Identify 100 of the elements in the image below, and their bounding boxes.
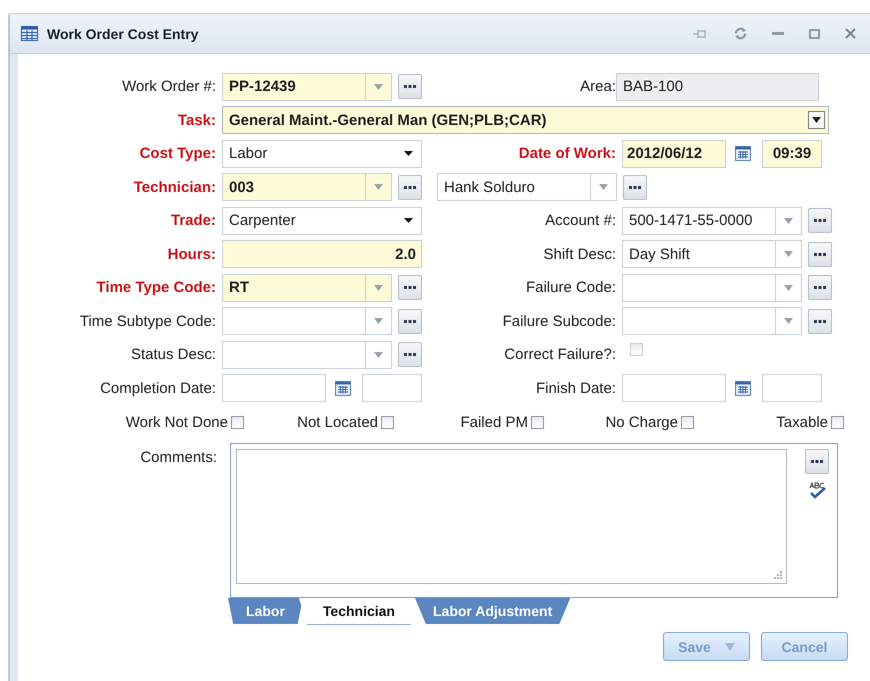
ellipsis-icon bbox=[404, 186, 416, 189]
lookup-button[interactable] bbox=[398, 308, 422, 334]
field-label: Cost Type: bbox=[138, 145, 217, 162]
close-icon[interactable] bbox=[845, 28, 856, 39]
ellipsis-icon bbox=[814, 286, 826, 290]
field-label: Trade: bbox=[170, 212, 217, 230]
field-label: Failure Code: bbox=[524, 279, 617, 296]
input-field[interactable]: 2.0 bbox=[222, 240, 422, 268]
date-field[interactable] bbox=[622, 374, 726, 402]
ellipsis-icon bbox=[814, 320, 826, 323]
ellipsis-icon bbox=[404, 85, 416, 88]
time-field[interactable]: 09:39 bbox=[762, 140, 822, 168]
combo-box[interactable] bbox=[622, 274, 802, 302]
combo-box[interactable]: 003 bbox=[222, 173, 392, 202]
field-label: Date of Work: bbox=[518, 145, 617, 162]
caret-icon bbox=[404, 218, 413, 224]
field-label: Finish Date: bbox=[534, 380, 617, 397]
caret-icon bbox=[812, 117, 821, 124]
caret-icon bbox=[784, 218, 793, 224]
calendar-icon[interactable] bbox=[735, 380, 751, 396]
dropdown[interactable]: Labor bbox=[222, 140, 422, 168]
caret-icon bbox=[374, 318, 383, 324]
combo-box[interactable]: Day Shift bbox=[622, 240, 802, 268]
combo-box[interactable]: General Maint.-General Man (GEN;PLB;CAR) bbox=[222, 106, 829, 134]
resize-grip-icon[interactable] bbox=[774, 571, 782, 579]
lookup-button[interactable] bbox=[623, 174, 647, 200]
lookup-button[interactable] bbox=[398, 342, 422, 368]
calendar-icon[interactable] bbox=[335, 380, 351, 396]
caret-icon bbox=[599, 184, 608, 190]
caret-icon bbox=[724, 642, 735, 650]
checkbox[interactable] bbox=[831, 416, 844, 428]
caret-icon bbox=[784, 318, 793, 324]
combo-box[interactable] bbox=[222, 307, 392, 336]
tab[interactable]: Labor Adjustment bbox=[414, 598, 570, 624]
window-title: Work Order Cost Entry bbox=[47, 26, 198, 42]
checkbox-label: No Charge bbox=[605, 414, 678, 430]
lookup-button[interactable] bbox=[808, 208, 832, 234]
ellipsis-icon bbox=[811, 460, 823, 463]
lookup-button[interactable] bbox=[808, 275, 832, 300]
caret-icon bbox=[374, 284, 383, 291]
combo-box[interactable]: RT bbox=[222, 274, 392, 302]
combo-box[interactable]: PP-12439 bbox=[222, 72, 392, 101]
ellipsis-icon bbox=[629, 186, 641, 189]
field-label: Comments: bbox=[139, 448, 217, 468]
field-label: Task: bbox=[176, 112, 217, 129]
ellipsis-icon bbox=[404, 286, 416, 290]
time-field[interactable] bbox=[362, 374, 422, 402]
lookup-button[interactable] bbox=[398, 74, 422, 100]
checkbox[interactable] bbox=[531, 416, 544, 428]
combo-box[interactable]: 500-1471-55-0000 bbox=[622, 206, 802, 235]
input-field: BAB-100 bbox=[616, 72, 819, 101]
combo-box[interactable] bbox=[222, 340, 392, 369]
field-label: Shift Desc: bbox=[542, 246, 617, 263]
checkbox-label: Taxable bbox=[776, 414, 828, 430]
field-label: Time Type Code: bbox=[96, 279, 217, 296]
minimize-icon[interactable] bbox=[772, 32, 784, 36]
combo-box[interactable] bbox=[622, 307, 802, 336]
caret-icon bbox=[374, 184, 383, 190]
comments-field[interactable] bbox=[236, 449, 787, 584]
lookup-button[interactable] bbox=[808, 242, 832, 267]
maximize-icon[interactable] bbox=[809, 28, 820, 38]
lookup-button[interactable] bbox=[398, 275, 422, 300]
tab[interactable]: Labor bbox=[228, 598, 303, 624]
lookup-button[interactable] bbox=[398, 174, 422, 200]
field-label: Account #: bbox=[544, 212, 617, 230]
field-label: Status Desc: bbox=[130, 346, 217, 364]
combo-box[interactable]: Hank Solduro bbox=[437, 173, 617, 202]
date-field[interactable] bbox=[222, 374, 326, 402]
lookup-button[interactable] bbox=[808, 308, 832, 334]
caret-icon bbox=[374, 352, 383, 358]
checkbox[interactable] bbox=[231, 416, 244, 428]
pin-icon[interactable] bbox=[693, 28, 709, 40]
lookup-button[interactable] bbox=[805, 449, 829, 474]
field-label: Area: bbox=[579, 78, 617, 96]
checkbox-label: Not Located bbox=[297, 414, 378, 430]
field-label: Work Order #: bbox=[121, 78, 217, 96]
refresh-icon[interactable] bbox=[734, 27, 747, 40]
ellipsis-icon bbox=[814, 219, 826, 222]
ellipsis-icon bbox=[404, 353, 416, 356]
caret-icon bbox=[784, 251, 793, 258]
field-label: Completion Date: bbox=[99, 380, 217, 397]
time-field[interactable] bbox=[762, 374, 822, 402]
field-label: Correct Failure?: bbox=[503, 346, 617, 364]
checkbox-label: Work Not Done bbox=[126, 414, 228, 430]
ellipsis-icon bbox=[814, 252, 826, 256]
caret-icon bbox=[784, 284, 793, 291]
ellipsis-icon bbox=[404, 320, 416, 323]
checkbox-label: Failed PM bbox=[460, 414, 528, 430]
dropdown[interactable]: Carpenter bbox=[222, 206, 422, 235]
field-label: Failure Subcode: bbox=[502, 312, 617, 330]
field-label: Hours: bbox=[166, 246, 217, 263]
field-label: Time Subtype Code: bbox=[78, 312, 217, 330]
date-field[interactable]: 2012/06/12 bbox=[622, 140, 726, 168]
caret-icon bbox=[374, 84, 383, 90]
grid-icon bbox=[21, 26, 38, 41]
checkbox[interactable] bbox=[381, 416, 394, 428]
spellcheck-icon[interactable] bbox=[807, 482, 827, 500]
caret-icon bbox=[404, 151, 413, 156]
checkbox[interactable] bbox=[681, 416, 694, 428]
calendar-icon[interactable] bbox=[735, 146, 751, 162]
